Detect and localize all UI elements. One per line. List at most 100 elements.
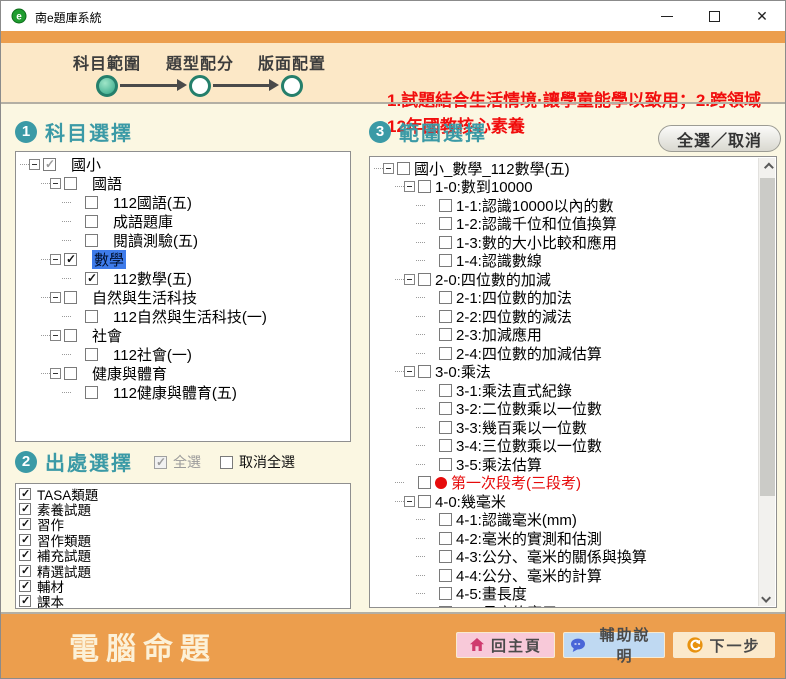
tree-row[interactable]: 4-5:畫長度 <box>374 585 758 604</box>
tree-node-label[interactable]: 1-0:數到10000 <box>435 178 533 197</box>
tree-node-label[interactable]: 4-1:認識毫米(mm) <box>456 511 577 530</box>
tree-checkbox[interactable] <box>397 162 410 175</box>
tree-checkbox[interactable] <box>439 328 452 341</box>
tree-checkbox[interactable] <box>64 253 77 266</box>
tree-row[interactable]: 自然與生活科技 <box>20 288 350 307</box>
collapse-expander-icon[interactable] <box>404 274 415 285</box>
tree-row[interactable]: 1-3:數的大小比較和應用 <box>374 233 758 252</box>
tree-node-label[interactable]: 3-3:幾百乘以一位數 <box>456 418 587 437</box>
tree-row[interactable]: 2-1:四位數的加法 <box>374 289 758 308</box>
tree-node-label[interactable]: 1-4:認識數線 <box>456 252 542 271</box>
tree-node-label[interactable]: 112社會(一) <box>113 345 192 364</box>
tree-checkbox[interactable] <box>439 513 452 526</box>
tree-node-label[interactable]: 3-0:乘法 <box>435 363 491 382</box>
source-list[interactable]: TASA類題素養試題習作習作類題補充試題精選試題輔材課本 <box>15 483 351 609</box>
source-list-item[interactable]: 精選試題 <box>19 563 350 578</box>
tree-node-label[interactable]: 4-4:公分、毫米的計算 <box>456 566 602 585</box>
tree-checkbox[interactable] <box>439 421 452 434</box>
collapse-expander-icon[interactable] <box>383 163 394 174</box>
tree-row[interactable]: 3-2:二位數乘以一位數 <box>374 400 758 419</box>
home-button[interactable]: 回主頁 <box>456 632 555 658</box>
tree-row[interactable]: 2-4:四位數的加減估算 <box>374 344 758 363</box>
select-all-option[interactable]: 全選 <box>151 452 201 472</box>
tree-row[interactable]: 1-1:認識10000以內的數 <box>374 196 758 215</box>
subject-tree[interactable]: 國小國語112國語(五)成語題庫閱讀測驗(五)數學112數學(五)自然與生活科技… <box>15 151 351 442</box>
tree-node-label[interactable]: 1-1:認識10000以內的數 <box>456 196 614 215</box>
tree-node-label[interactable]: 4-2:毫米的實測和估測 <box>456 529 602 548</box>
tree-row[interactable]: 3-3:幾百乘以一位數 <box>374 418 758 437</box>
tree-checkbox[interactable] <box>439 254 452 267</box>
tree-checkbox[interactable] <box>418 476 431 489</box>
tree-node-label[interactable]: 4-3:公分、毫米的關係與換算 <box>456 548 647 567</box>
tree-row[interactable]: 健康與體育 <box>20 364 350 383</box>
tree-checkbox[interactable] <box>439 199 452 212</box>
tree-row[interactable]: 閱讀測驗(五) <box>20 231 350 250</box>
tree-node-label[interactable]: 4-0:幾毫米 <box>435 492 506 511</box>
tree-node-label[interactable]: 3-1:乘法直式紀錄 <box>456 381 572 400</box>
collapse-expander-icon[interactable] <box>50 330 61 341</box>
tree-checkbox[interactable] <box>418 495 431 508</box>
tree-node-label[interactable]: 健康與體育 <box>92 364 167 383</box>
tree-checkbox[interactable] <box>64 291 77 304</box>
tree-checkbox[interactable] <box>439 236 452 249</box>
source-list-item[interactable]: 課本 <box>19 594 350 609</box>
tree-checkbox[interactable] <box>85 196 98 209</box>
tree-checkbox[interactable] <box>439 347 452 360</box>
tree-checkbox[interactable] <box>64 177 77 190</box>
tree-node-label[interactable]: 第一次段考(三段考) <box>451 474 581 493</box>
maximize-icon[interactable] <box>698 1 730 31</box>
tree-node-label[interactable]: 2-1:四位數的加法 <box>456 289 572 308</box>
tree-row[interactable]: 第一次段考(三段考) <box>374 474 758 493</box>
tree-checkbox[interactable] <box>64 367 77 380</box>
tree-checkbox[interactable] <box>439 439 452 452</box>
tree-node-label[interactable]: 2-2:四位數的減法 <box>456 307 572 326</box>
tree-row[interactable]: 112數學(五) <box>20 269 350 288</box>
tree-node-label[interactable]: 自然與生活科技 <box>92 288 197 307</box>
tree-row[interactable]: 3-5:乘法估算 <box>374 455 758 474</box>
tree-row[interactable]: 成語題庫 <box>20 212 350 231</box>
tree-row[interactable]: 社會 <box>20 326 350 345</box>
tree-checkbox[interactable] <box>439 550 452 563</box>
tree-node-label[interactable]: 4-5:畫長度 <box>456 585 527 604</box>
tree-node-label[interactable]: 2-0:四位數的加減 <box>435 270 551 289</box>
tree-node-label[interactable]: 3-5:乘法估算 <box>456 455 542 474</box>
tree-checkbox[interactable] <box>85 310 98 323</box>
tree-checkbox[interactable] <box>64 329 77 342</box>
tree-node-label[interactable]: 國小 <box>71 155 101 174</box>
tree-checkbox[interactable] <box>439 291 452 304</box>
tree-checkbox[interactable] <box>439 402 452 415</box>
tree-row[interactable]: 112社會(一) <box>20 345 350 364</box>
tree-checkbox[interactable] <box>439 569 452 582</box>
tree-checkbox[interactable] <box>439 384 452 397</box>
tree-checkbox[interactable] <box>418 273 431 286</box>
tree-row[interactable]: 112自然與生活科技(一) <box>20 307 350 326</box>
tree-node-label[interactable]: 2-3:加減應用 <box>456 326 542 345</box>
tree-node-label[interactable]: 國小_數學_112數學(五) <box>414 159 570 178</box>
tree-row[interactable]: 4-6:長度的應用 <box>374 603 758 608</box>
tree-row[interactable]: 數學 <box>20 250 350 269</box>
tree-node-label[interactable]: 1-3:數的大小比較和應用 <box>456 233 617 252</box>
tree-row[interactable]: 3-1:乘法直式紀錄 <box>374 381 758 400</box>
help-button[interactable]: 輔助說明 <box>563 632 665 658</box>
source-item-checkbox[interactable] <box>19 549 31 561</box>
next-step-button[interactable]: 下一步 <box>673 632 775 658</box>
tree-node-label[interactable]: 數學 <box>92 250 126 269</box>
collapse-expander-icon[interactable] <box>50 292 61 303</box>
source-item-checkbox[interactable] <box>19 580 31 592</box>
deselect-all-option[interactable]: 取消全選 <box>217 452 295 472</box>
tree-checkbox[interactable] <box>439 532 452 545</box>
tree-checkbox[interactable] <box>85 272 98 285</box>
tree-row[interactable]: 1-0:數到10000 <box>374 178 758 197</box>
tree-checkbox[interactable] <box>439 587 452 600</box>
tree-node-label[interactable]: 3-4:三位數乘以一位數 <box>456 437 602 456</box>
tree-row[interactable]: 112國語(五) <box>20 193 350 212</box>
tree-row[interactable]: 4-0:幾毫米 <box>374 492 758 511</box>
tree-row[interactable]: 4-3:公分、毫米的關係與換算 <box>374 548 758 567</box>
scrollbar[interactable] <box>758 158 775 606</box>
tree-row[interactable]: 2-2:四位數的減法 <box>374 307 758 326</box>
tree-node-label[interactable]: 3-2:二位數乘以一位數 <box>456 400 602 419</box>
tree-row[interactable]: 3-0:乘法 <box>374 363 758 382</box>
collapse-expander-icon[interactable] <box>29 159 40 170</box>
close-icon[interactable]: ✕ <box>746 1 778 31</box>
tree-node-label[interactable]: 閱讀測驗(五) <box>113 231 198 250</box>
